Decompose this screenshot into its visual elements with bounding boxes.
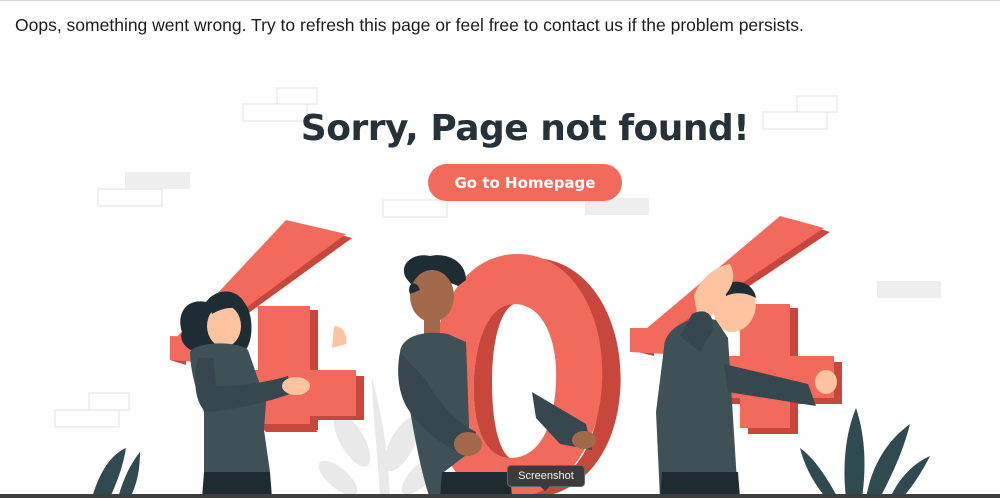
screenshot-tooltip: Screenshot — [507, 465, 585, 487]
page-title: Sorry, Page not found! — [300, 108, 750, 149]
top-divider — [0, 0, 1000, 1]
not-found-illustration-area: Sorry, Page not found! Go to Homepage — [0, 52, 1000, 498]
error-message: Oops, something went wrong. Try to refre… — [15, 15, 804, 35]
bottom-bar — [0, 494, 1000, 498]
plant-dark-right — [800, 408, 930, 498]
tooltip-arrow-icon — [540, 486, 550, 491]
go-to-homepage-button[interactable]: Go to Homepage — [428, 164, 622, 201]
plant-dark-left — [92, 448, 140, 498]
